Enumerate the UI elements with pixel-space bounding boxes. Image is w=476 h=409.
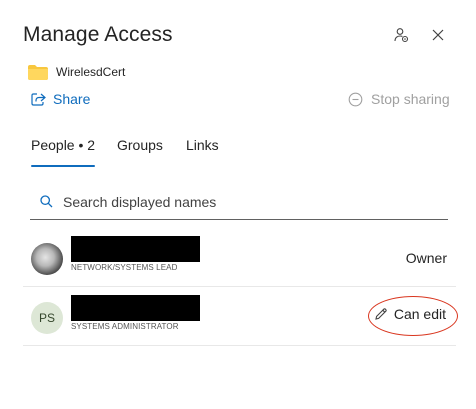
person-role: NETWORK/SYSTEMS LEAD bbox=[71, 263, 178, 272]
redacted-name bbox=[71, 295, 200, 321]
shared-item: WirelesdCert bbox=[28, 64, 125, 80]
avatar bbox=[31, 243, 63, 275]
tab-groups-label: Groups bbox=[117, 137, 163, 153]
avatar: PS bbox=[31, 302, 63, 334]
tab-links[interactable]: Links bbox=[186, 137, 219, 153]
tab-people[interactable]: People • 2 bbox=[31, 137, 96, 167]
tab-people-label: People • 2 bbox=[31, 137, 96, 153]
tab-links-label: Links bbox=[186, 137, 219, 153]
dialog-title: Manage Access bbox=[23, 23, 173, 46]
person-row[interactable]: PS SYSTEMS ADMINISTRATOR Can edit bbox=[23, 288, 458, 346]
permission-label: Owner bbox=[405, 250, 447, 266]
person-settings-icon bbox=[394, 28, 409, 43]
redacted-name bbox=[71, 236, 200, 262]
permission-dropdown[interactable]: Can edit bbox=[374, 306, 446, 322]
item-name: WirelesdCert bbox=[56, 65, 126, 79]
search-icon bbox=[40, 195, 53, 208]
active-tab-indicator bbox=[31, 165, 96, 167]
folder-icon bbox=[28, 64, 48, 80]
pencil-icon bbox=[375, 308, 387, 320]
tab-groups[interactable]: Groups bbox=[117, 137, 163, 153]
share-icon bbox=[31, 93, 46, 106]
stop-sharing-button[interactable]: Stop sharing bbox=[348, 91, 450, 107]
permission-label: Can edit bbox=[393, 306, 446, 322]
search-field[interactable] bbox=[30, 184, 448, 220]
close-button[interactable] bbox=[428, 25, 448, 45]
close-icon bbox=[432, 29, 444, 41]
person-row[interactable]: NETWORK/SYSTEMS LEAD Owner bbox=[23, 229, 456, 287]
share-button[interactable]: Share bbox=[31, 91, 90, 107]
share-label: Share bbox=[53, 91, 91, 107]
people-settings-button[interactable] bbox=[391, 25, 411, 45]
stop-icon bbox=[348, 92, 363, 106]
search-input[interactable] bbox=[63, 193, 403, 210]
stop-sharing-label: Stop sharing bbox=[371, 91, 450, 107]
person-role: SYSTEMS ADMINISTRATOR bbox=[71, 322, 179, 331]
